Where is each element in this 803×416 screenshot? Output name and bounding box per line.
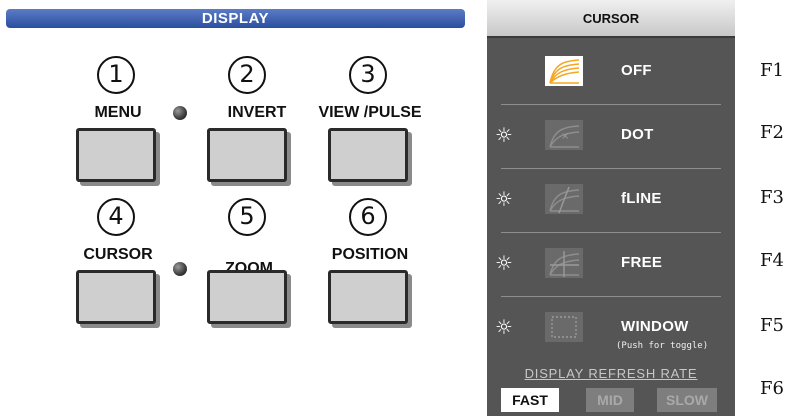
function-key-f6[interactable]: F6 bbox=[760, 378, 784, 399]
cursor-row-divider bbox=[501, 168, 721, 169]
cursor-row-divider bbox=[501, 296, 721, 297]
cursor-option-fline[interactable]: ☼ fLINE bbox=[487, 170, 735, 232]
refresh-fast-button[interactable]: FAST bbox=[501, 388, 559, 412]
view-pulse-button[interactable] bbox=[328, 128, 408, 182]
key-number-3: 3 bbox=[349, 56, 387, 94]
cursor-free-icon bbox=[545, 248, 583, 278]
cursor-menu-panel: CURSOR OFF ☼ × DOT ☼ fLINE ☼ FREE ☼ WIND… bbox=[487, 0, 735, 416]
menu-button[interactable] bbox=[76, 128, 156, 182]
cursor-option-window-hint: (Push for toggle) bbox=[616, 341, 709, 351]
cursor-option-fline-label: fLINE bbox=[621, 190, 662, 207]
display-refresh-rate-title: DISPLAY REFRESH RATE bbox=[524, 366, 698, 381]
cursor-fline-icon bbox=[545, 184, 583, 214]
position-key-label: POSITION bbox=[331, 246, 409, 263]
zoom-button[interactable] bbox=[207, 270, 287, 324]
cursor-window-icon bbox=[545, 312, 583, 342]
cursor-off-icon bbox=[545, 56, 583, 86]
refresh-slow-button[interactable]: SLOW bbox=[657, 388, 717, 412]
cursor-option-window[interactable]: ☼ WINDOW (Push for toggle) bbox=[487, 298, 735, 360]
cursor-option-off-label: OFF bbox=[621, 62, 652, 79]
function-key-f5[interactable]: F5 bbox=[760, 315, 784, 336]
cursor-option-free[interactable]: ☼ FREE bbox=[487, 234, 735, 296]
cursor-menu-title: CURSOR bbox=[487, 0, 735, 38]
display-key-6: 6 POSITION bbox=[290, 198, 450, 338]
cursor-row-divider bbox=[501, 232, 721, 233]
cursor-dot-icon: × bbox=[545, 120, 583, 150]
key-number-6: 6 bbox=[349, 198, 387, 236]
cursor-button[interactable] bbox=[76, 270, 156, 324]
sun-icon: ☼ bbox=[495, 315, 513, 339]
key-number-2: 2 bbox=[228, 56, 266, 94]
cursor-option-dot[interactable]: ☼ × DOT bbox=[487, 106, 735, 168]
cursor-option-off[interactable]: OFF bbox=[487, 42, 735, 104]
function-key-f3[interactable]: F3 bbox=[760, 187, 784, 208]
function-key-f4[interactable]: F4 bbox=[760, 250, 784, 271]
function-key-f1[interactable]: F1 bbox=[760, 60, 784, 81]
function-key-f2[interactable]: F2 bbox=[760, 122, 784, 143]
view-pulse-key-label: VIEW /PULSE bbox=[318, 104, 422, 121]
display-section-header: DISPLAY bbox=[6, 9, 465, 28]
position-button[interactable] bbox=[328, 270, 408, 324]
invert-button[interactable] bbox=[207, 128, 287, 182]
cursor-option-free-label: FREE bbox=[621, 254, 663, 271]
key-number-4: 4 bbox=[97, 198, 135, 236]
cursor-row-divider bbox=[501, 104, 721, 105]
sun-icon: ☼ bbox=[495, 123, 513, 147]
cursor-option-window-label: WINDOW bbox=[621, 318, 689, 335]
sun-icon: ☼ bbox=[495, 187, 513, 211]
key-number-5: 5 bbox=[228, 198, 266, 236]
refresh-mid-button[interactable]: MID bbox=[586, 388, 634, 412]
sun-icon: ☼ bbox=[495, 251, 513, 275]
display-key-3: 3 VIEW /PULSE bbox=[290, 56, 450, 196]
key-number-1: 1 bbox=[97, 56, 135, 94]
cursor-option-dot-label: DOT bbox=[621, 126, 654, 143]
svg-text:×: × bbox=[561, 131, 569, 142]
